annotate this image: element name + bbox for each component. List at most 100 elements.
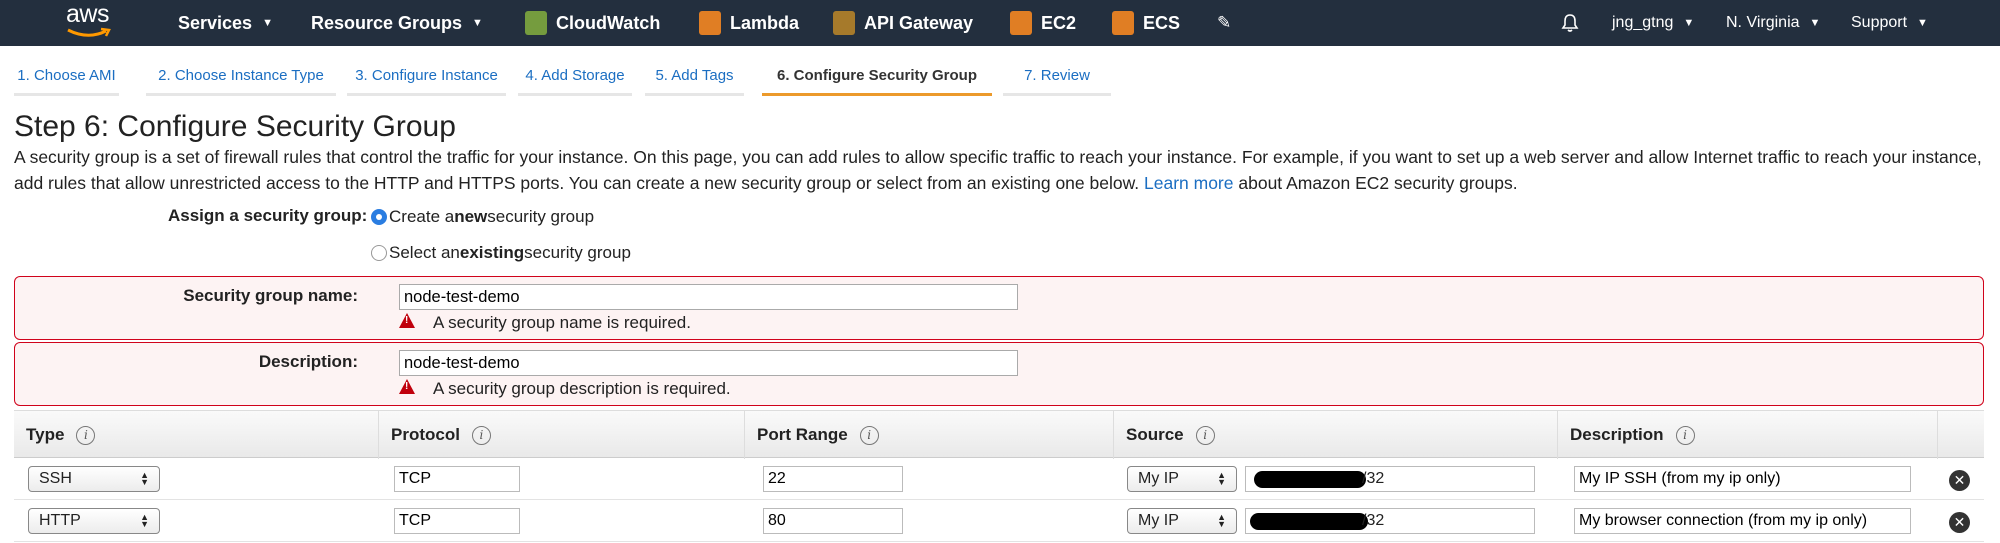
notifications-button[interactable] — [1561, 0, 1579, 46]
chevron-down-icon: ▼ — [1809, 17, 1821, 29]
ec2-icon — [1010, 11, 1032, 35]
delete-rule-button[interactable]: ✕ — [1949, 470, 1970, 491]
cloudwatch-label: CloudWatch — [556, 12, 661, 33]
tab-review[interactable]: 7. Review — [1003, 58, 1111, 96]
column-header-protocol-label: Protocol — [391, 425, 460, 444]
lambda-label: Lambda — [730, 12, 800, 33]
select-arrows-icon: ▲ ▼ — [1217, 512, 1226, 529]
chevron-down-icon: ▼ — [472, 17, 483, 29]
radio-create-new-label-post: security group — [487, 207, 595, 226]
radio-create-new[interactable]: Create a new security group — [371, 206, 594, 228]
security-group-name-error: A security group name is required. — [399, 312, 691, 333]
ip-cidr-suffix: /32 — [1362, 470, 1385, 487]
column-header-port-range-label: Port Range — [757, 425, 848, 444]
description-section: Description: A security group descriptio… — [14, 342, 1984, 406]
source-select[interactable]: My IP ▲ ▼ — [1127, 508, 1237, 534]
page-title: Step 6: Configure Security Group — [14, 110, 456, 143]
tab-choose-instance-type[interactable]: 2. Choose Instance Type — [146, 58, 336, 96]
protocol-field[interactable] — [394, 508, 520, 534]
description-error-text: A security group description is required… — [433, 379, 731, 398]
lambda-icon — [699, 11, 721, 35]
assign-security-group-label: Assign a security group: — [168, 206, 368, 225]
column-header-type-label: Type — [26, 425, 65, 444]
tab-configure-instance[interactable]: 3. Configure Instance — [347, 58, 506, 96]
cloudwatch-icon — [525, 11, 547, 35]
close-icon: ✕ — [1953, 514, 1966, 530]
info-icon[interactable]: i — [859, 425, 879, 445]
learn-more-link[interactable]: Learn more — [1144, 173, 1234, 193]
select-arrows-icon: ▲ ▼ — [140, 470, 149, 487]
services-menu[interactable]: Services ▼ — [178, 0, 273, 46]
warning-icon — [399, 378, 415, 394]
info-icon[interactable]: i — [76, 425, 96, 445]
redacted-ip — [1254, 471, 1366, 488]
top-navigation-bar: aws Services ▼ Resource Groups ▼ CloudWa… — [0, 0, 2000, 46]
ecs-shortcut[interactable]: ECS — [1112, 0, 1180, 46]
column-header-protocol: Protocol i — [378, 411, 744, 459]
api-gateway-shortcut[interactable]: API Gateway — [833, 0, 973, 46]
chevron-down-icon: ▼ — [1683, 17, 1695, 29]
pin-icon: ✎ — [1217, 13, 1232, 32]
close-icon: ✕ — [1953, 472, 1966, 488]
radio-selected-icon[interactable] — [371, 209, 387, 225]
intro-text: A security group is a set of firewall ru… — [14, 147, 1982, 193]
info-icon[interactable]: i — [471, 425, 491, 445]
rule-type-select[interactable]: SSH ▲ ▼ — [28, 466, 160, 492]
api-gateway-icon — [833, 11, 855, 35]
security-group-name-input[interactable] — [399, 284, 1018, 310]
lambda-shortcut[interactable]: Lambda — [699, 0, 799, 46]
account-menu[interactable]: jng_gtng ▼ — [1612, 0, 1694, 46]
ecs-icon — [1112, 11, 1134, 35]
ec2-label: EC2 — [1041, 12, 1077, 33]
redacted-ip — [1250, 513, 1368, 530]
protocol-field[interactable] — [394, 466, 520, 492]
source-value: My IP — [1138, 512, 1179, 529]
rule-description-field[interactable] — [1574, 466, 1911, 492]
table-row: HTTP ▲▼ My IP ▲▼ /32 ✕ — [14, 500, 1984, 542]
radio-existing-label-bold: existing — [459, 243, 525, 262]
radio-create-new-label-bold: new — [454, 207, 488, 226]
description-input[interactable] — [399, 350, 1018, 376]
tab-configure-security-group[interactable]: 6. Configure Security Group — [762, 58, 992, 96]
tab-choose-ami[interactable]: 1. Choose AMI — [14, 58, 119, 96]
column-header-port-range: Port Range i — [744, 411, 1113, 459]
intro-suffix: about Amazon EC2 security groups. — [1238, 173, 1518, 193]
rule-description-field[interactable] — [1574, 508, 1911, 534]
rule-type-value: SSH — [39, 470, 72, 487]
port-range-field[interactable] — [763, 508, 903, 534]
ec2-shortcut[interactable]: EC2 — [1010, 0, 1076, 46]
info-icon[interactable]: i — [1195, 425, 1215, 445]
security-group-name-label: Security group name: — [183, 286, 358, 305]
tab-add-storage[interactable]: 4. Add Storage — [518, 58, 632, 96]
delete-rule-button[interactable]: ✕ — [1949, 512, 1970, 533]
security-group-name-error-text: A security group name is required. — [433, 313, 691, 332]
column-header-source: Source i — [1113, 411, 1557, 459]
tab-add-tags[interactable]: 5. Add Tags — [645, 58, 744, 96]
ecs-label: ECS — [1143, 12, 1181, 33]
select-arrows-icon: ▲ ▼ — [1217, 470, 1226, 487]
security-group-name-section: Security group name: A security group na… — [14, 276, 1984, 340]
description-label: Description: — [258, 352, 358, 371]
source-select[interactable]: My IP ▲ ▼ — [1127, 466, 1237, 492]
column-header-source-label: Source — [1126, 425, 1184, 444]
resource-groups-menu[interactable]: Resource Groups ▼ — [311, 0, 483, 46]
warning-icon — [399, 312, 415, 328]
region-menu[interactable]: N. Virginia ▼ — [1726, 0, 1820, 46]
port-range-field[interactable] — [763, 466, 903, 492]
aws-logo-text: aws — [66, 0, 109, 28]
aws-logo[interactable]: aws — [66, 2, 116, 42]
radio-unselected-icon[interactable] — [371, 245, 387, 261]
ip-cidr-suffix: /32 — [1362, 512, 1385, 529]
column-header-type: Type i — [14, 411, 378, 459]
radio-select-existing[interactable]: Select an existing security group — [371, 242, 631, 264]
cloudwatch-shortcut[interactable]: CloudWatch — [525, 0, 660, 46]
pin-button[interactable]: ✎ — [1217, 0, 1231, 46]
rule-type-select[interactable]: HTTP ▲ ▼ — [28, 508, 160, 534]
support-menu[interactable]: Support ▼ — [1851, 0, 1928, 46]
intro-paragraph: A security group is a set of firewall ru… — [14, 144, 1984, 196]
column-header-description-label: Description — [1570, 425, 1664, 444]
account-username: jng_gtng — [1612, 14, 1674, 31]
select-arrows-icon: ▲ ▼ — [140, 512, 149, 529]
radio-create-new-label-pre: Create a — [389, 207, 455, 226]
info-icon[interactable]: i — [1675, 425, 1695, 445]
